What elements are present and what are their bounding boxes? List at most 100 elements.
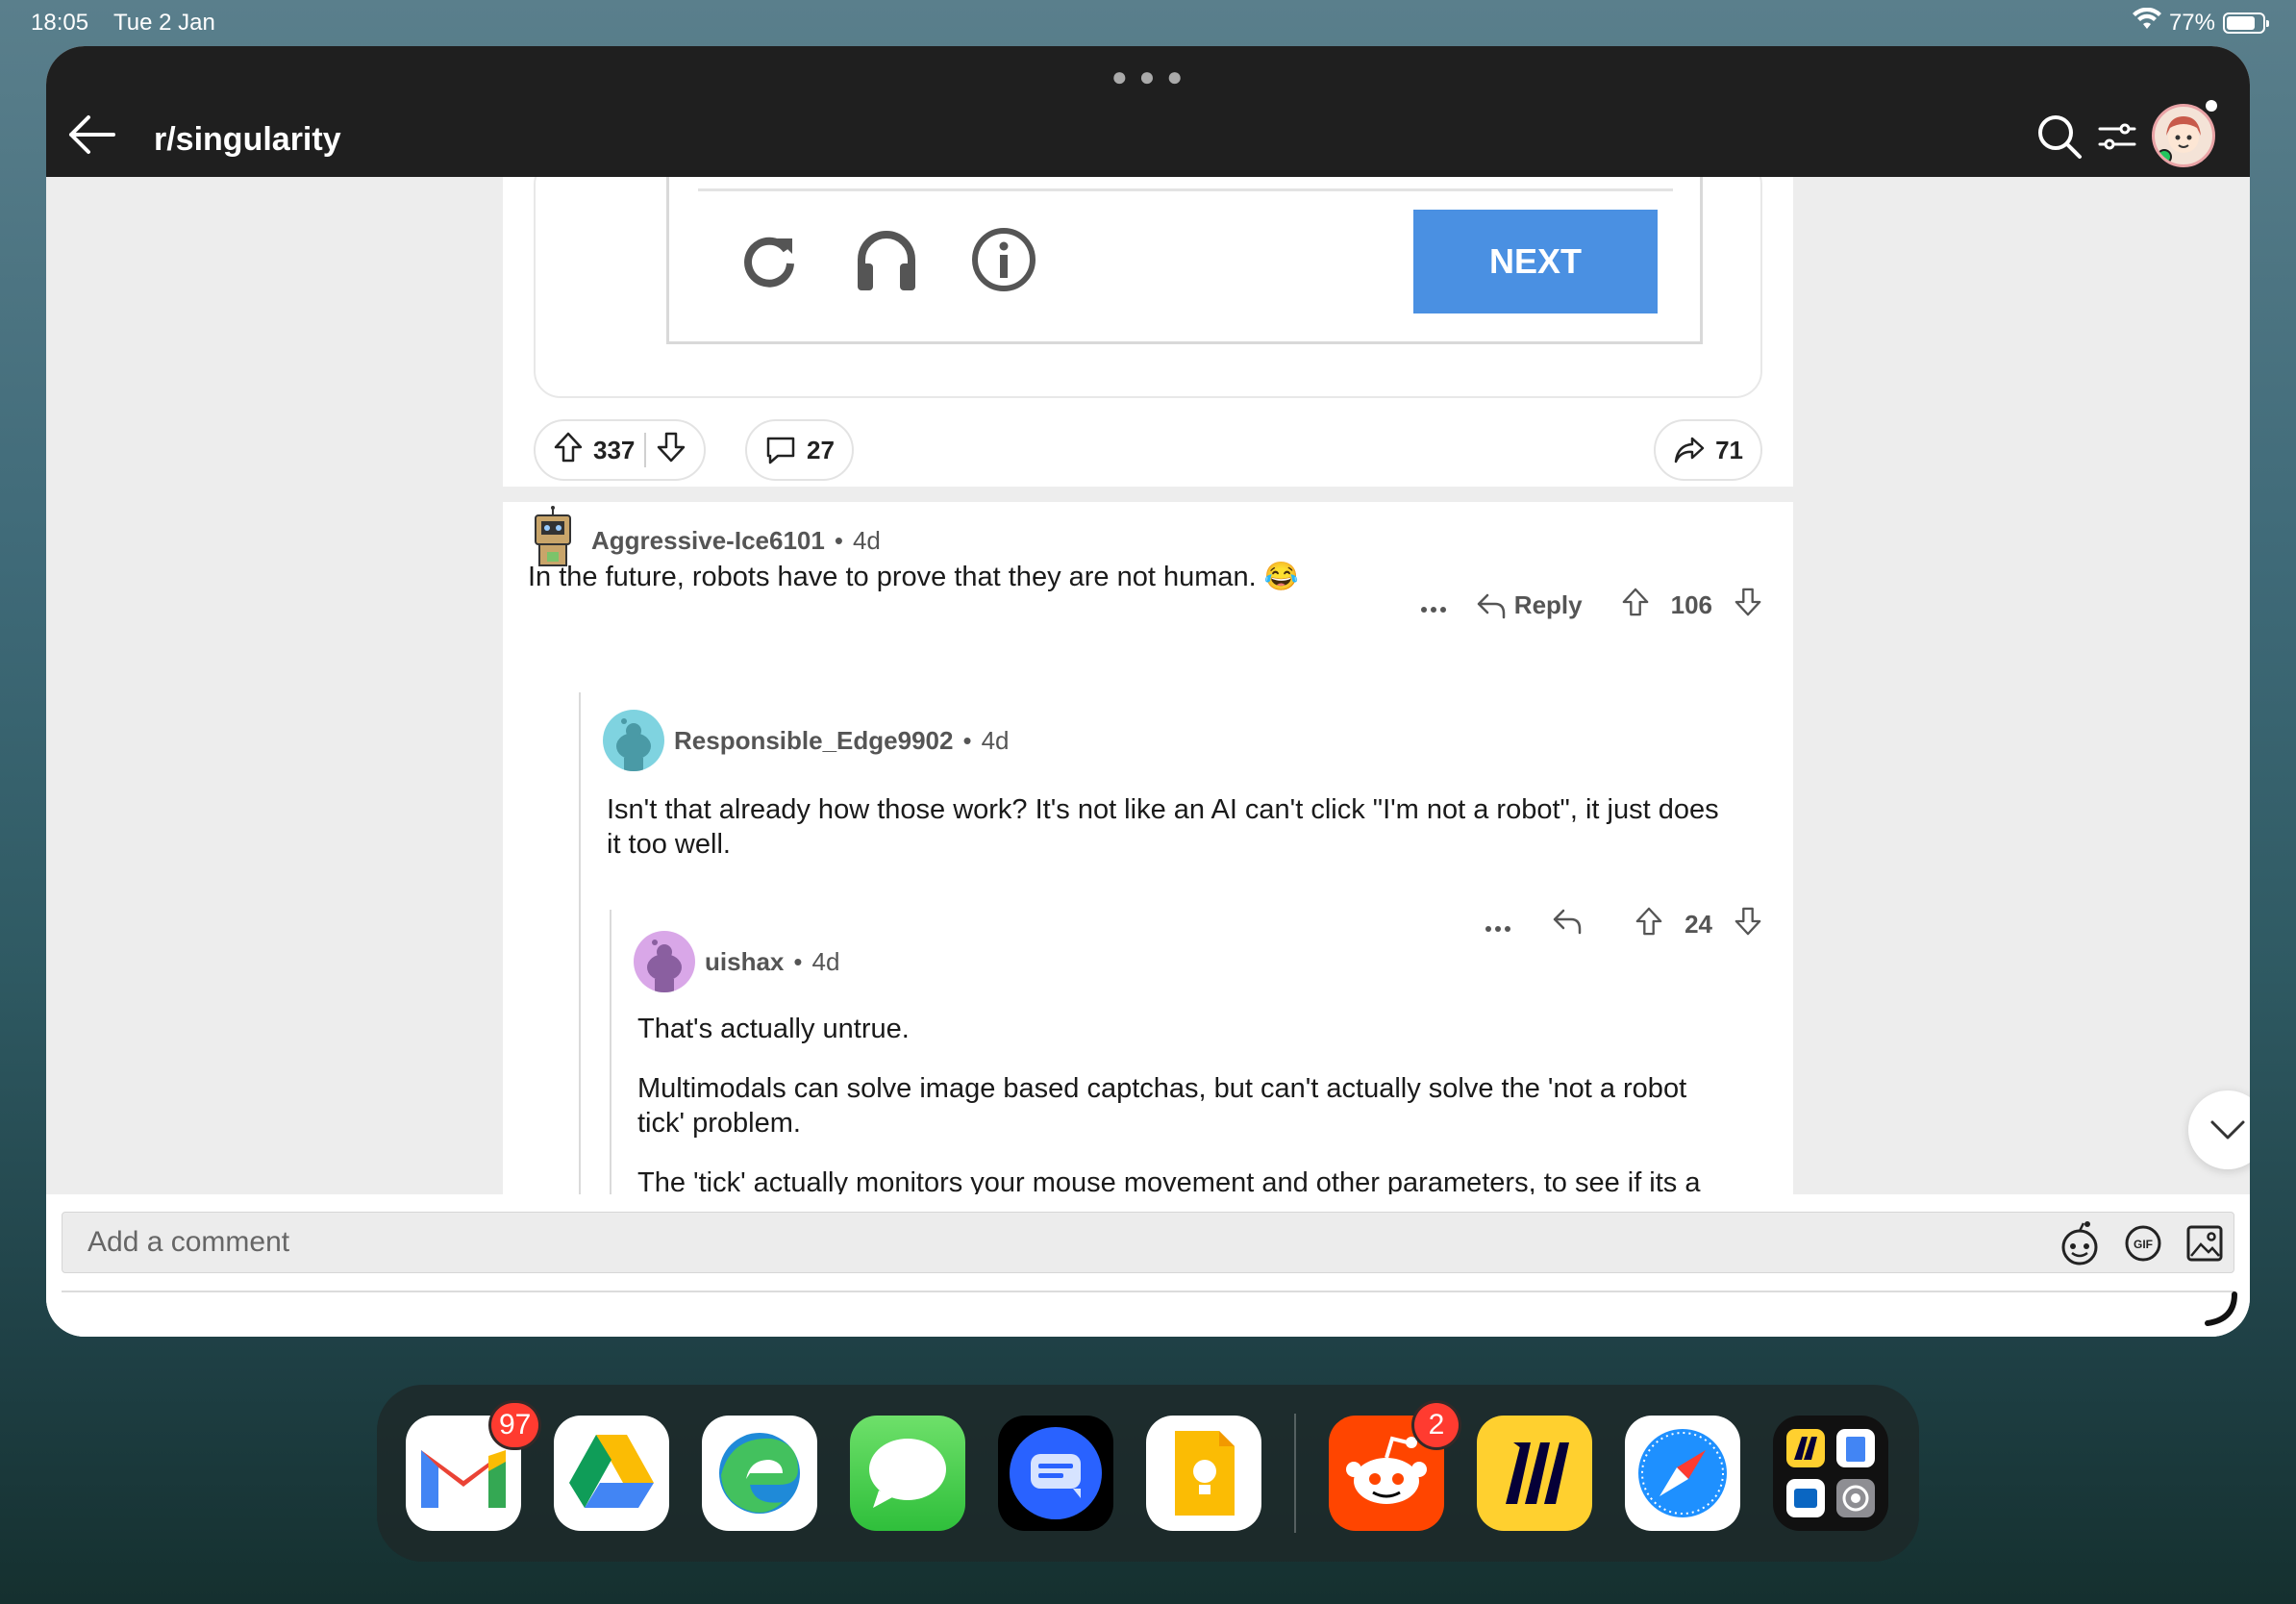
comment-more-icon[interactable] (1420, 590, 1447, 620)
post-card: NEXT 337 27 71 (503, 177, 1793, 487)
user-avatar[interactable] (2152, 104, 2215, 167)
google-keep-icon (1175, 1431, 1235, 1516)
gmail-badge: 97 (488, 1400, 542, 1450)
status-time: 18:05 (31, 10, 89, 36)
comment-icon (766, 437, 795, 464)
captcha-divider (698, 188, 1673, 191)
comment-header: uishax • 4d (634, 931, 839, 992)
comment-username[interactable]: Responsible_Edge9902 (674, 726, 953, 756)
post-image[interactable]: NEXT (534, 177, 1762, 398)
dock-divider (1294, 1414, 1296, 1533)
app-library-folder[interactable] (1773, 1416, 1888, 1531)
share-icon (1674, 437, 1705, 464)
svg-text:GIF: GIF (2134, 1238, 2153, 1251)
online-indicator (2157, 149, 2172, 164)
comment-text: Isn't that already how those work? It's … (607, 792, 1719, 862)
battery-percent: 77% (2168, 9, 2215, 36)
user-avatar[interactable] (634, 931, 695, 992)
user-avatar[interactable] (603, 710, 664, 771)
scroll-to-next-button[interactable] (2188, 1090, 2250, 1169)
emoji-snoo-button[interactable] (2056, 1219, 2104, 1267)
composer-divider (62, 1291, 2234, 1292)
snoo-avatar-icon (647, 940, 682, 992)
comment-sep: • (834, 525, 843, 555)
comment-actions: 24 (1485, 906, 1762, 943)
captcha-widget: NEXT (666, 177, 1703, 344)
comment-text: In the future, robots have to prove that… (528, 562, 1299, 592)
google-messages-app[interactable] (998, 1416, 1113, 1531)
messages-app[interactable] (850, 1416, 965, 1531)
comments-section: Aggressive-Ice6101 • 4d In the future, r… (503, 502, 1793, 1239)
comment-line: it too well. (607, 829, 731, 860)
google-messages-icon (1010, 1427, 1102, 1519)
reply-button[interactable]: Reply (1476, 590, 1583, 620)
comment-header: Responsible_Edge9902 • 4d (603, 710, 1010, 771)
thread-line[interactable] (579, 692, 581, 1239)
comment-age: 4d (811, 946, 840, 976)
search-button[interactable] (2033, 110, 2086, 163)
gif-button[interactable]: GIF (2119, 1219, 2167, 1267)
upvote-icon[interactable] (1621, 587, 1650, 624)
miro-icon (1506, 1442, 1569, 1504)
comment-composer: GIF (46, 1194, 2250, 1337)
comment-age: 4d (852, 525, 881, 555)
reply-icon (1477, 593, 1506, 618)
captcha-next-button: NEXT (1413, 210, 1658, 313)
edge-icon (719, 1433, 800, 1514)
downvote-icon[interactable] (1734, 906, 1762, 943)
downvote-icon[interactable] (656, 431, 686, 470)
comment-more-icon[interactable] (1485, 910, 1511, 940)
post-actions: 337 27 71 (503, 419, 1793, 481)
comment-line: Isn't that already how those work? It's … (607, 794, 1719, 825)
comment-sep: • (793, 946, 803, 976)
status-right: 77% (2132, 7, 2269, 38)
subreddit-title[interactable]: r/singularity (154, 121, 341, 159)
upvote-count: 337 (593, 435, 636, 464)
comment-username[interactable]: Aggressive-Ice6101 (591, 526, 825, 556)
google-keep-app[interactable] (1146, 1416, 1261, 1531)
thread-line[interactable] (610, 910, 611, 1239)
comments-button[interactable]: 27 (745, 419, 854, 481)
share-count: 71 (1715, 435, 1743, 464)
battery-icon (2223, 12, 2269, 34)
messages-icon (869, 1439, 946, 1508)
title-bar: ● ● ● r/singularity (46, 46, 2250, 177)
comment-line: tick' problem. (637, 1108, 801, 1139)
resize-corner-icon (2205, 1291, 2237, 1326)
dock: 97 2 (377, 1385, 1919, 1562)
folder-icon (1786, 1429, 1875, 1517)
image-icon (2186, 1225, 2223, 1262)
back-arrow-icon (69, 115, 115, 154)
google-drive-app[interactable] (554, 1416, 669, 1531)
gif-icon: GIF (2125, 1225, 2161, 1262)
back-button[interactable] (65, 112, 119, 158)
app-window: ● ● ● r/singularity NEXT 337 27 71 Aggre… (46, 46, 2250, 1337)
comment-votes: 106 (1670, 590, 1712, 619)
upvote-icon[interactable] (1635, 906, 1663, 943)
sort-filter-button[interactable] (2090, 110, 2144, 163)
comment-username[interactable]: uishax (705, 947, 784, 977)
snoo-avatar-icon (616, 718, 651, 771)
add-comment-input[interactable] (62, 1212, 2234, 1273)
refresh-icon (735, 225, 804, 294)
miro-app[interactable] (1477, 1416, 1592, 1531)
post-feed: NEXT 337 27 71 Aggressive-Ice6101 • 4d I… (503, 177, 1793, 1239)
comment-paragraph: That's actually untrue. (637, 1014, 910, 1044)
wifi-icon (2132, 7, 2161, 38)
share-button[interactable]: 71 (1654, 419, 1762, 481)
safari-app[interactable] (1625, 1416, 1740, 1531)
info-icon (969, 225, 1038, 294)
reply-icon[interactable] (1552, 908, 1583, 941)
image-upload-button[interactable] (2181, 1219, 2229, 1267)
window-grab-handle[interactable]: ● ● ● (1111, 62, 1185, 92)
edge-app[interactable] (702, 1416, 817, 1531)
comments-count: 27 (807, 435, 835, 464)
downvote-icon[interactable] (1734, 587, 1762, 624)
google-drive-icon (569, 1435, 654, 1508)
status-date: Tue 2 Jan (113, 10, 215, 36)
comment-sep: • (962, 725, 972, 755)
window-resize-handle[interactable] (2202, 1291, 2240, 1329)
vote-pill: 337 (534, 419, 707, 481)
headphones-icon (852, 225, 921, 294)
upvote-icon[interactable] (553, 431, 584, 470)
